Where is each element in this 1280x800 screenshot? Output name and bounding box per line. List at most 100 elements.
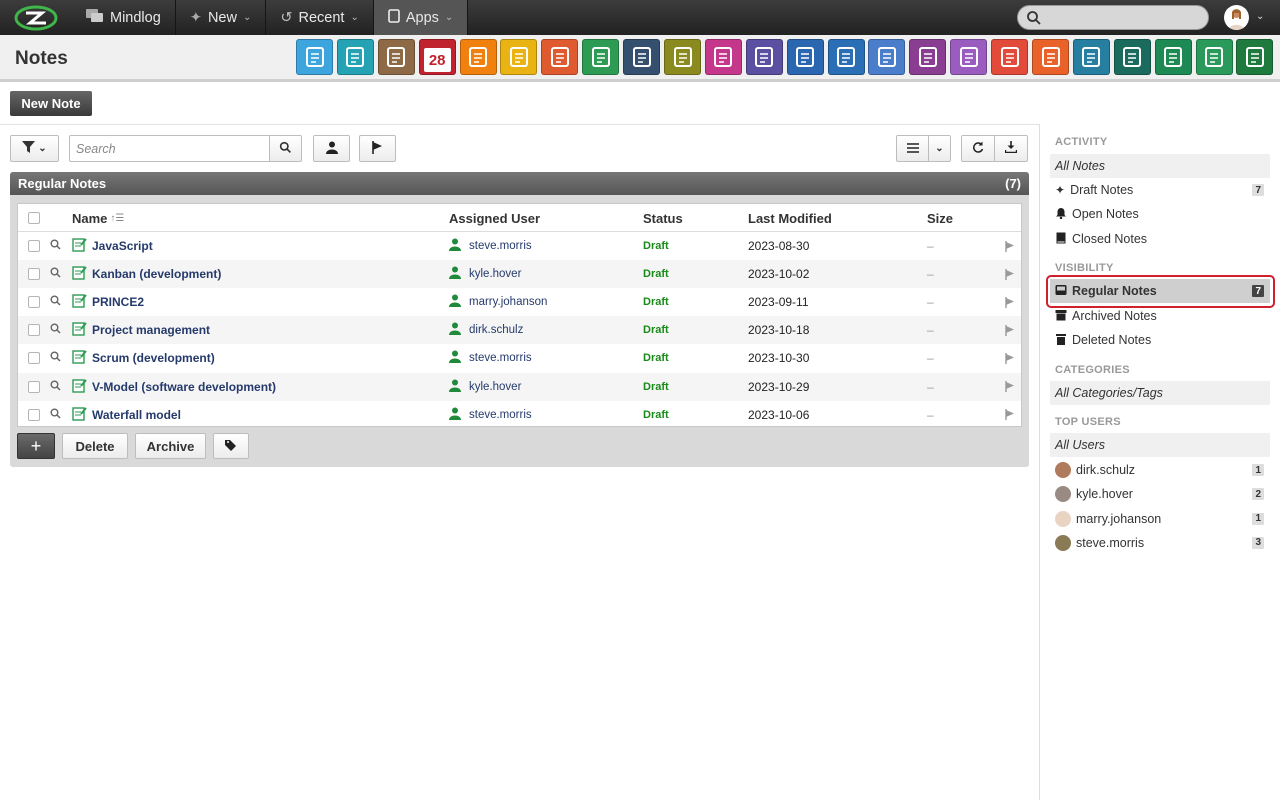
archive-button[interactable]: Archive <box>135 433 206 459</box>
sidebar-item-user[interactable]: steve.morris 3 <box>1050 531 1270 555</box>
row-checkbox[interactable] <box>28 268 40 281</box>
row-checkbox[interactable] <box>28 324 40 337</box>
table-row[interactable]: Waterfall model steve.morris Draft 2023-10-… <box>18 401 1021 429</box>
budget-app-icon[interactable] <box>868 39 906 75</box>
zoho-logo[interactable] <box>0 0 72 35</box>
assigned-user-link[interactable]: kyle.hover <box>469 373 521 401</box>
tag-button[interactable] <box>213 433 249 459</box>
table-row[interactable]: Kanban (development) kyle.hover Draft 2023-… <box>18 260 1021 289</box>
broadcast-app-icon[interactable] <box>1032 39 1070 75</box>
row-checkbox[interactable] <box>28 380 40 393</box>
nav-apps[interactable]: Apps ⌄ <box>373 0 469 35</box>
sidebar-item-all-users[interactable]: All Users <box>1050 433 1270 457</box>
row-checkbox[interactable] <box>28 352 40 365</box>
column-modified-header[interactable]: Last Modified <box>748 204 832 232</box>
flag-icon[interactable] <box>1005 401 1015 429</box>
sidebar-item-closed-notes[interactable]: Closed Notes <box>1050 227 1270 251</box>
sidebar-item-draft-notes[interactable]: ✦ Draft Notes 7 <box>1050 178 1270 202</box>
contacts-app-icon[interactable] <box>377 39 415 75</box>
sidebar-item-user[interactable]: kyle.hover 2 <box>1050 482 1270 506</box>
select-all-checkbox[interactable] <box>28 212 40 224</box>
address-app-icon[interactable] <box>336 39 374 75</box>
flag-icon[interactable] <box>1005 373 1015 401</box>
sidebar-item-user[interactable]: dirk.schulz 1 <box>1050 458 1270 482</box>
search-input[interactable] <box>69 135 270 162</box>
email-app-icon[interactable] <box>296 39 333 75</box>
list-view-button[interactable] <box>896 135 929 162</box>
preview-zoom-icon[interactable] <box>50 380 61 394</box>
new-note-button[interactable]: New Note <box>10 91 92 116</box>
column-user-header[interactable]: Assigned User <box>449 204 540 232</box>
preview-zoom-icon[interactable] <box>50 323 61 337</box>
flag-icon[interactable] <box>1005 260 1015 288</box>
search-button[interactable] <box>269 135 302 162</box>
column-name-header[interactable]: Name ↑☰ <box>72 204 124 232</box>
sidebar-item-deleted-notes[interactable]: Deleted Notes <box>1050 328 1270 352</box>
assigned-user-link[interactable]: dirk.schulz <box>469 316 523 344</box>
sidebar-item-all-categories[interactable]: All Categories/Tags <box>1050 381 1270 405</box>
note-name-link[interactable]: Scrum (development) <box>92 344 215 372</box>
refresh-button[interactable] <box>961 135 995 162</box>
note-name-link[interactable]: JavaScript <box>92 232 153 260</box>
sidebar-item-archived-notes[interactable]: Archived Notes <box>1050 304 1270 328</box>
table-row[interactable]: PRINCE2 marry.johanson Draft 2023-09-11 – <box>18 288 1021 316</box>
notes-app-icon[interactable] <box>582 39 620 75</box>
documents-app-icon[interactable] <box>664 39 702 75</box>
preview-zoom-icon[interactable] <box>50 295 61 309</box>
note-name-link[interactable]: PRINCE2 <box>92 288 144 316</box>
column-size-header[interactable]: Size <box>927 204 953 232</box>
export-button[interactable] <box>994 135 1028 162</box>
flag-icon[interactable] <box>1005 288 1015 316</box>
filter-button[interactable]: ⌄ <box>10 135 59 162</box>
pdf-app-icon[interactable] <box>991 39 1029 75</box>
sidebar-item-open-notes[interactable]: Open Notes <box>1050 202 1270 226</box>
nav-new[interactable]: ✦ New ⌄ <box>176 0 267 35</box>
column-status-header[interactable]: Status <box>643 204 683 232</box>
sidebar-item-all-notes[interactable]: All Notes <box>1050 154 1270 178</box>
sidebar-item-regular-notes[interactable]: Regular Notes 7 <box>1050 279 1270 303</box>
flag-icon[interactable] <box>1005 232 1015 260</box>
add-note-button[interactable]: + <box>17 433 55 459</box>
timer-app-icon[interactable] <box>459 39 497 75</box>
preview-zoom-icon[interactable] <box>50 239 61 253</box>
support-app-icon[interactable] <box>827 39 865 75</box>
calendar-app-icon[interactable]: 28 <box>418 39 456 75</box>
delete-button[interactable]: Delete <box>62 433 128 459</box>
assigned-user-link[interactable]: marry.johanson <box>469 288 547 316</box>
note-name-link[interactable]: Waterfall model <box>92 401 181 429</box>
preview-zoom-icon[interactable] <box>50 267 61 281</box>
shipping-app-icon[interactable] <box>786 39 824 75</box>
database-app-icon[interactable] <box>1236 39 1274 75</box>
note-name-link[interactable]: Kanban (development) <box>92 260 221 288</box>
payments-app-icon[interactable] <box>1154 39 1192 75</box>
downloads-app-icon[interactable] <box>1072 39 1110 75</box>
global-search-input[interactable] <box>1017 5 1209 30</box>
assigned-user-link[interactable]: steve.morris <box>469 344 532 372</box>
purchasing-app-icon[interactable] <box>1113 39 1151 75</box>
assigned-user-link[interactable]: steve.morris <box>469 232 532 260</box>
preview-zoom-icon[interactable] <box>50 408 61 422</box>
deals-app-icon[interactable] <box>950 39 988 75</box>
preview-zoom-icon[interactable] <box>50 351 61 365</box>
table-row[interactable]: Project management dirk.schulz Draft 2023-1… <box>18 316 1021 345</box>
my-notes-button[interactable] <box>313 135 350 162</box>
tasks-app-icon[interactable] <box>500 39 538 75</box>
row-checkbox[interactable] <box>28 240 40 252</box>
flag-icon[interactable] <box>1005 316 1015 344</box>
user-avatar[interactable] <box>1224 5 1249 30</box>
flag-filter-button[interactable] <box>359 135 396 162</box>
finance-app-icon[interactable] <box>745 39 783 75</box>
flag-icon[interactable] <box>1005 344 1015 372</box>
projects-app-icon[interactable] <box>541 39 579 75</box>
sidebar-item-user[interactable]: marry.johanson 1 <box>1050 507 1270 531</box>
row-checkbox[interactable] <box>28 408 40 421</box>
note-name-link[interactable]: V-Model (software development) <box>92 373 276 401</box>
pricing-app-icon[interactable] <box>1195 39 1233 75</box>
chevron-down-icon[interactable]: ⌄ <box>1256 11 1264 22</box>
row-checkbox[interactable] <box>28 296 40 309</box>
nav-mindlog[interactable]: Mindlog <box>72 0 176 35</box>
table-row[interactable]: Scrum (development) steve.morris Draft 2023… <box>18 344 1021 372</box>
nav-recent[interactable]: ↺ Recent ⌄ <box>266 0 374 35</box>
table-row[interactable]: JavaScript steve.morris Draft 2023-08-30 – <box>18 232 1021 260</box>
note-name-link[interactable]: Project management <box>92 316 210 344</box>
